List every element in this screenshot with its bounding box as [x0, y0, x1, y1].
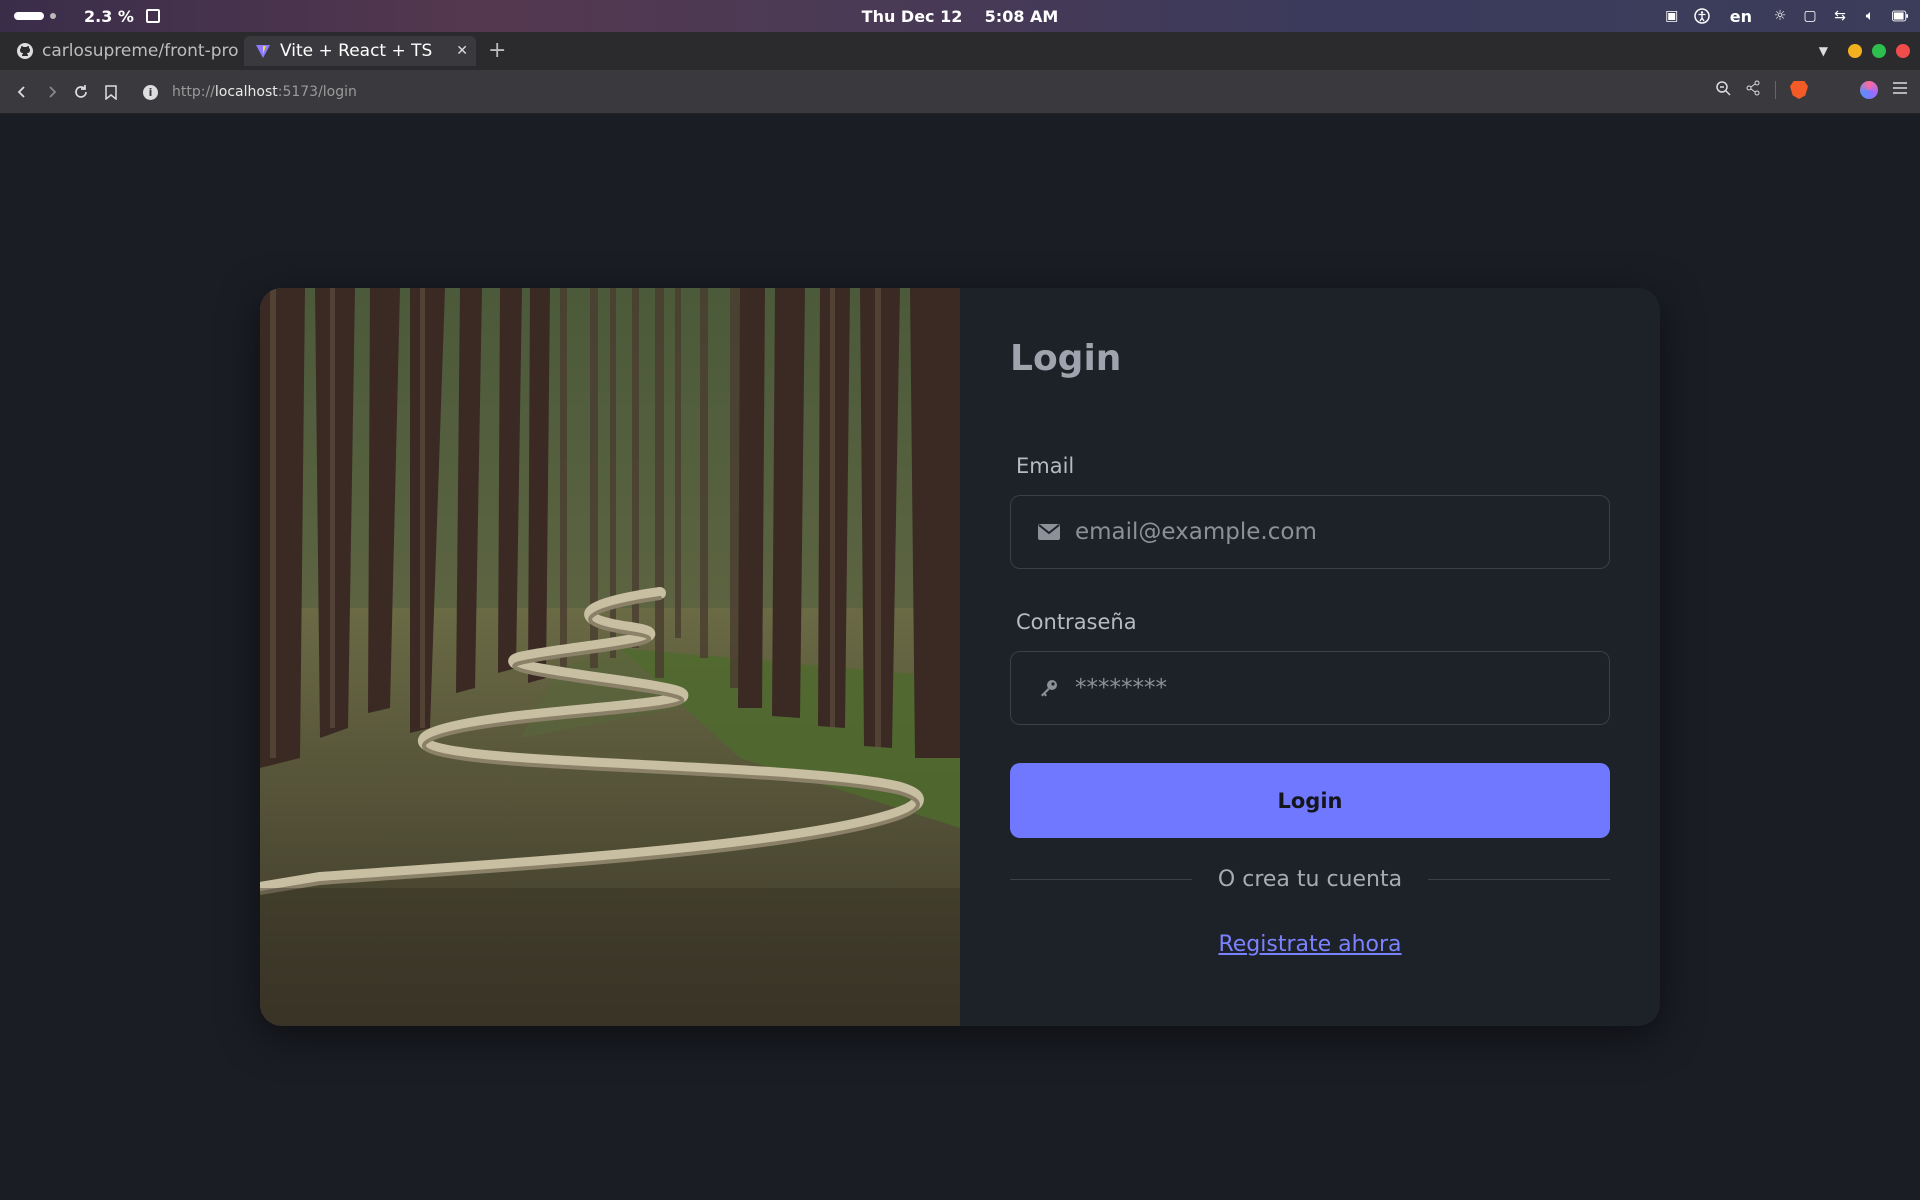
close-window-button[interactable]: [1896, 44, 1910, 58]
clock[interactable]: Thu Dec 12 5:08 AM: [0, 7, 1920, 26]
login-form: Login Email Contraseña Login O crea tu c…: [960, 288, 1660, 1026]
password-label: Contraseña: [1016, 610, 1137, 634]
forward-icon[interactable]: [40, 80, 64, 104]
close-tab-icon[interactable]: ✕: [456, 43, 468, 59]
brightness-icon[interactable]: ☼: [1772, 8, 1788, 24]
email-field[interactable]: [1010, 495, 1610, 569]
url-scheme: http://: [172, 84, 215, 100]
workspace-dot[interactable]: [50, 13, 56, 19]
browser-toolbar: i http://localhost:5173/login: [0, 70, 1920, 114]
toolbar-separator: [1775, 81, 1776, 99]
site-info-icon[interactable]: i: [143, 85, 158, 100]
github-icon: [16, 42, 34, 60]
bookmark-icon[interactable]: [99, 80, 123, 104]
tab-title: carlosupreme/front-pro: [42, 41, 239, 61]
tab-strip: carlosupreme/front-pro Vite + React + TS…: [0, 32, 1920, 70]
workspace-indicator[interactable]: [14, 12, 44, 20]
key-icon: [1037, 676, 1061, 700]
tab-title: Vite + React + TS: [280, 41, 433, 61]
zoom-icon[interactable]: [1715, 80, 1731, 100]
back-icon[interactable]: [10, 80, 34, 104]
clipboard-icon[interactable]: ▣: [1664, 8, 1680, 24]
leo-ai-icon[interactable]: [1860, 81, 1878, 99]
forest-illustration: [260, 288, 960, 1026]
date-text: Thu Dec 12: [861, 6, 963, 26]
login-card: Login Email Contraseña Login O crea tu c…: [260, 288, 1660, 1026]
address-bar[interactable]: http://localhost:5173/login: [172, 80, 357, 104]
divider-line-left: [1010, 878, 1192, 880]
tab-list-chevron-icon[interactable]: ▼: [1819, 44, 1828, 58]
system-bar-left: 2.3 %: [14, 0, 160, 32]
cpu-icon: [145, 9, 160, 23]
or-divider: O crea tu cuenta: [1010, 864, 1611, 894]
new-tab-icon[interactable]: +: [488, 36, 506, 66]
brave-shields-icon[interactable]: [1790, 81, 1808, 99]
login-title: Login: [1010, 338, 1122, 379]
envelope-icon: [1037, 520, 1061, 544]
maximize-button[interactable]: [1872, 44, 1886, 58]
divider-line-right: [1428, 878, 1611, 880]
network-icon[interactable]: ⇆: [1832, 8, 1848, 24]
tab-github[interactable]: carlosupreme/front-pro: [6, 36, 242, 66]
volume-icon[interactable]: 🔈︎: [1862, 8, 1878, 24]
register-link[interactable]: Registrate ahora: [1010, 932, 1610, 957]
toolbar-right: [1715, 80, 1908, 100]
reload-icon[interactable]: [69, 80, 93, 104]
system-tray: ▣ en ☼ ▢ ⇆ 🔈︎: [1664, 0, 1908, 32]
notification-icon[interactable]: ▢: [1802, 8, 1818, 24]
tab-vite-react[interactable]: Vite + React + TS ✕: [244, 36, 476, 66]
password-input[interactable]: [1075, 675, 1575, 701]
minimize-button[interactable]: [1848, 44, 1862, 58]
time-text: 5:08 AM: [984, 6, 1059, 26]
cpu-usage: 2.3 %: [84, 6, 134, 26]
email-label: Email: [1016, 454, 1075, 478]
battery-icon[interactable]: [1892, 8, 1908, 24]
url-path: :5173/login: [277, 84, 357, 100]
password-field[interactable]: [1010, 651, 1610, 725]
accessibility-icon[interactable]: [1694, 8, 1710, 24]
url-host: localhost: [214, 84, 278, 100]
system-top-bar: 2.3 % Thu Dec 12 5:08 AM ▣ en ☼ ▢ ⇆ 🔈︎: [0, 0, 1920, 32]
divider-text: O crea tu cuenta: [1217, 866, 1403, 892]
email-input[interactable]: [1075, 519, 1575, 545]
menu-icon[interactable]: [1892, 81, 1908, 99]
login-button[interactable]: Login: [1010, 763, 1610, 838]
share-icon[interactable]: [1745, 80, 1761, 100]
page-viewport: Login Email Contraseña Login O crea tu c…: [0, 114, 1920, 1200]
vite-icon: [254, 42, 272, 60]
language-indicator[interactable]: en: [1730, 7, 1752, 26]
forest-path-image: [260, 288, 960, 1026]
window-controls: ▼: [1819, 44, 1910, 58]
